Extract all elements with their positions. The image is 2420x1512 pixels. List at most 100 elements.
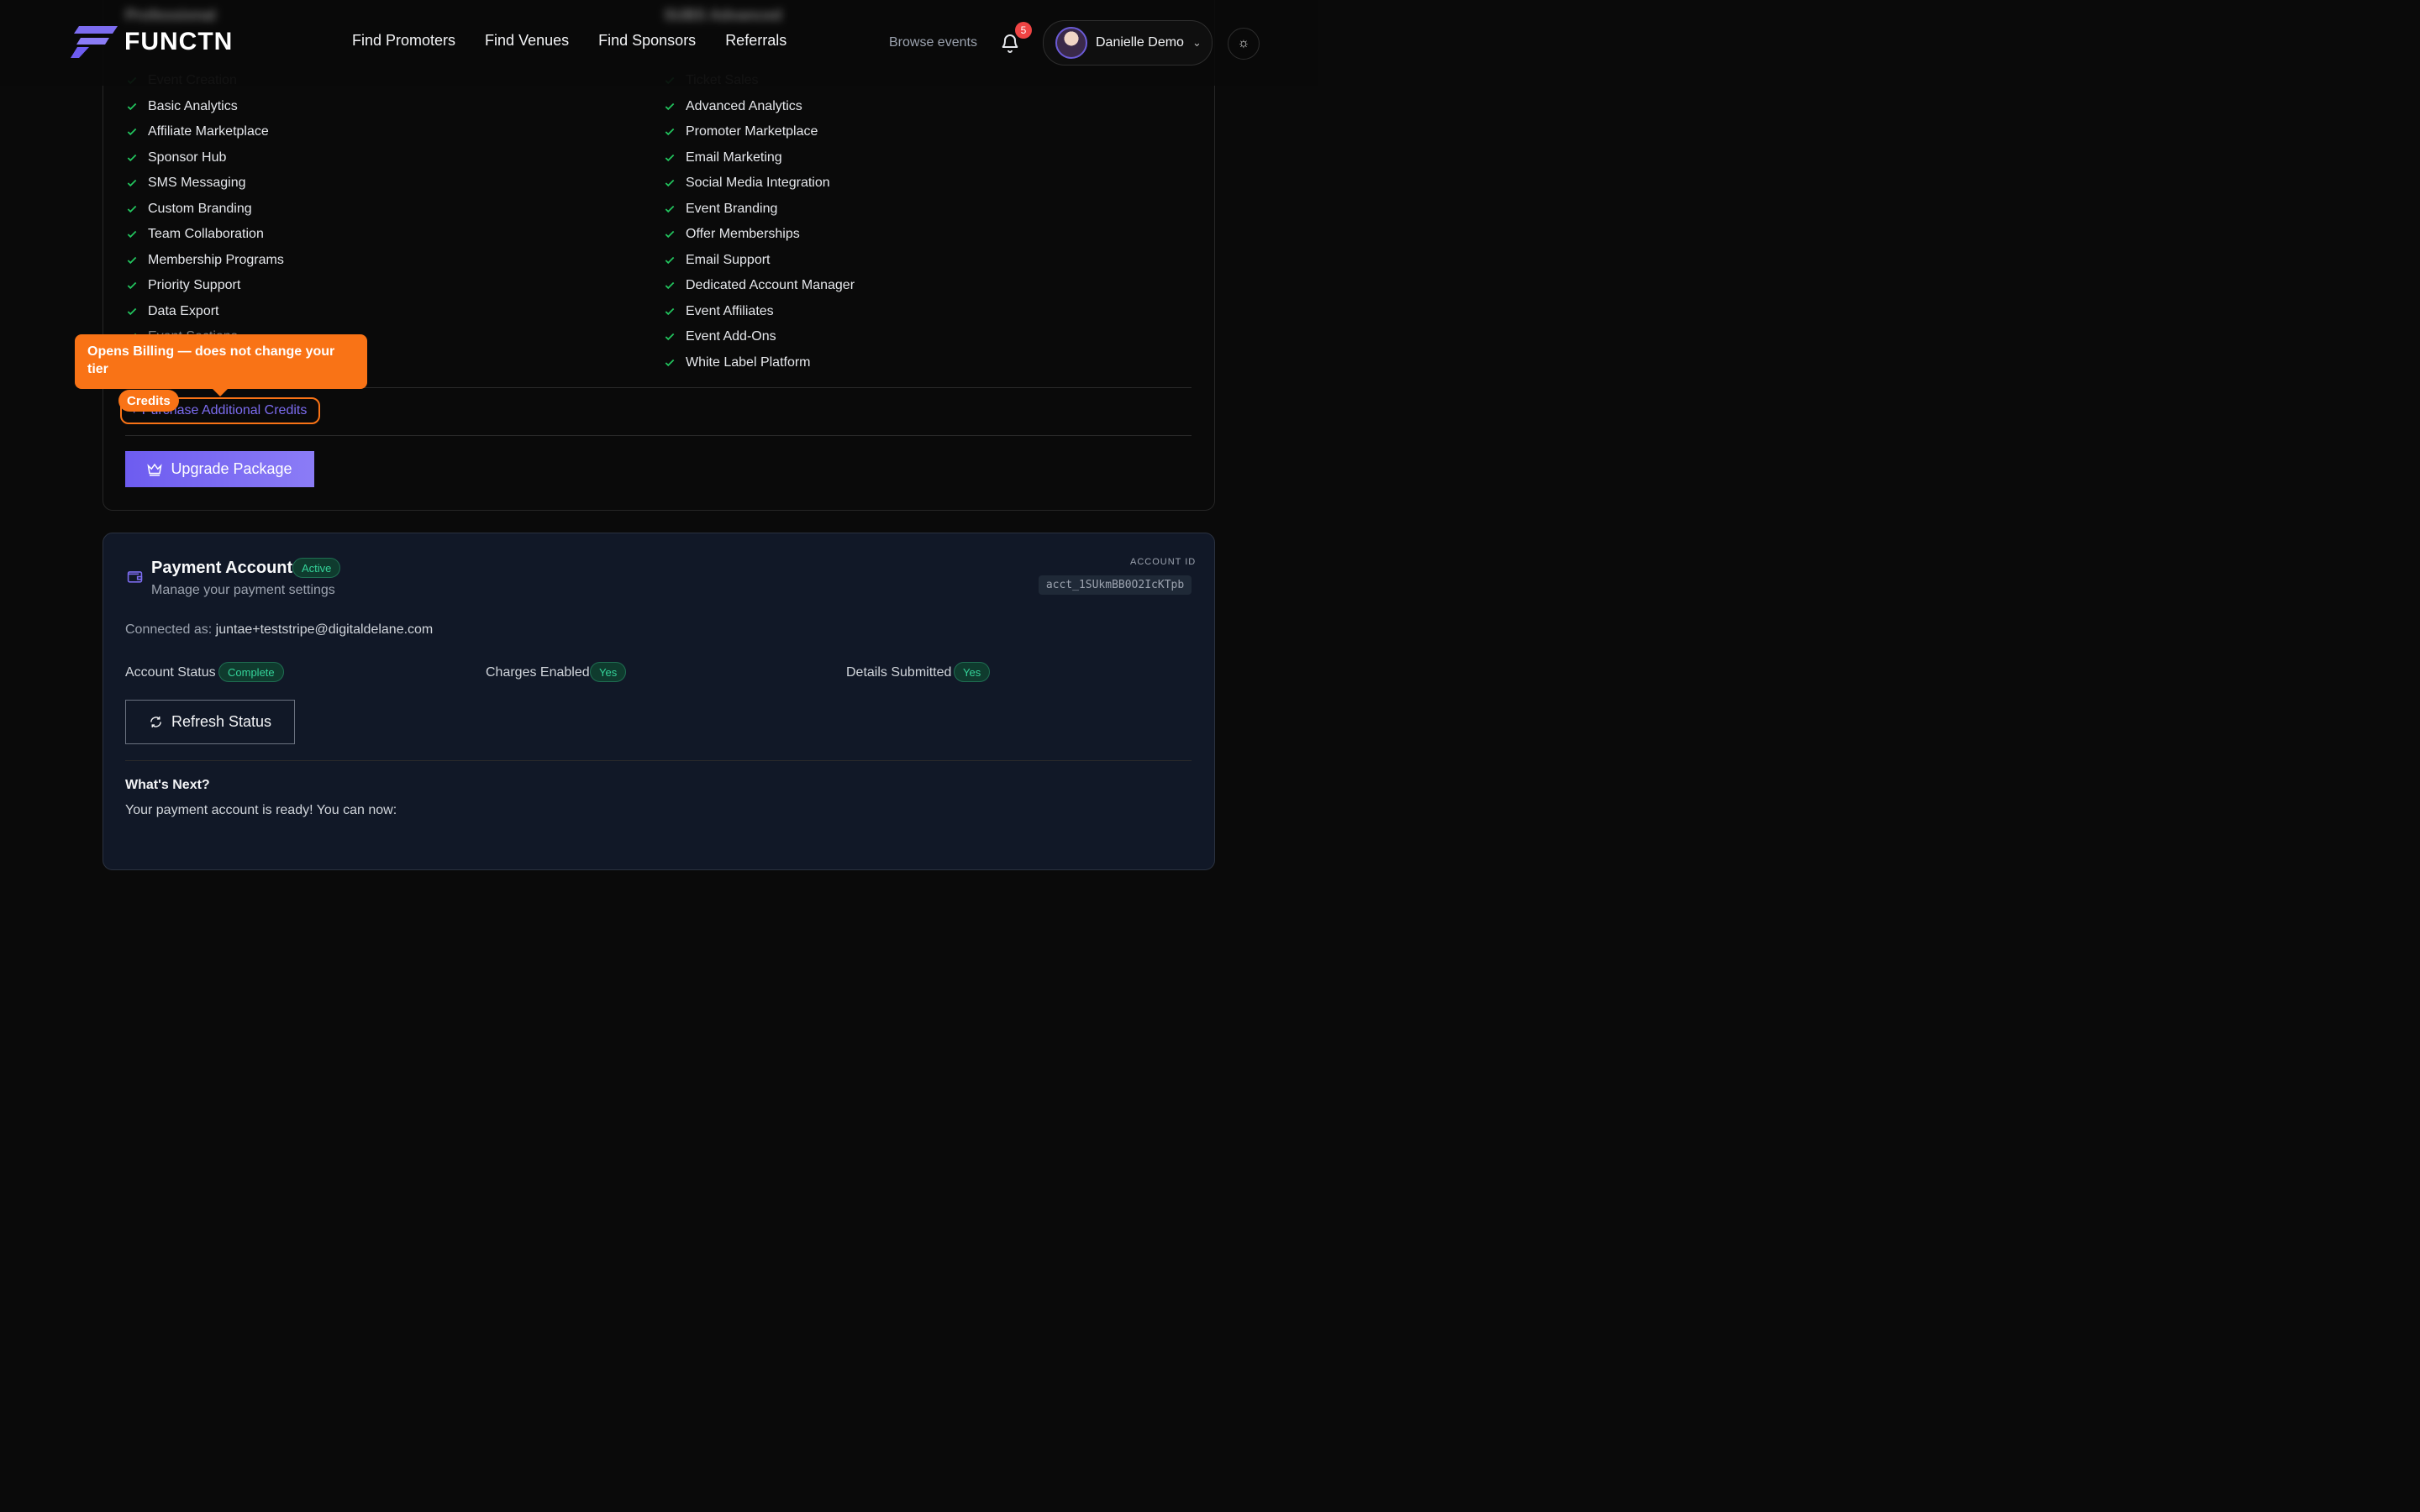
feature-item: Event Branding [664, 197, 855, 223]
check-icon [665, 180, 675, 187]
feature-item: Event Affiliates [664, 299, 855, 325]
feature-item: SMS Messaging [126, 171, 284, 197]
feature-label: Custom Branding [148, 201, 252, 216]
check-icon [127, 205, 137, 213]
check-icon [665, 333, 675, 341]
whats-next-title: What's Next? [125, 778, 210, 792]
check-icon [665, 359, 675, 366]
whats-next-text: Your payment account is ready! You can n… [125, 803, 397, 817]
tooltip: Opens Billing — does not change your tie… [75, 334, 367, 396]
check-icon [127, 307, 137, 315]
brand-name: FUNCTN [124, 28, 234, 55]
feature-item: Data Export [126, 299, 284, 325]
feature-item: Sponsor Hub [126, 145, 284, 171]
connected-email: juntae+teststripe@digitaldelane.com [215, 622, 434, 637]
feature-label: Priority Support [148, 278, 241, 293]
feature-label: Offer Memberships [686, 227, 800, 242]
feature-label: Event Add-Ons [686, 329, 776, 344]
top-header: Professional SUBS Advanced FUNCTN Find P… [0, 0, 1318, 86]
feature-item: Social Media Integration [664, 171, 855, 197]
feature-label: SMS Messaging [148, 176, 246, 191]
user-name: Danielle Demo [1096, 35, 1184, 50]
details-submitted-label: Details Submitted [846, 665, 952, 680]
refresh-icon [150, 717, 161, 727]
feature-label: Affiliate Marketplace [148, 124, 269, 139]
left-feature-list: Event CreationBasic AnalyticsAffiliate M… [126, 68, 284, 350]
check-icon [127, 129, 137, 136]
feature-item: Priority Support [126, 273, 284, 299]
divider [125, 760, 1192, 761]
feature-item: Email Marketing [664, 145, 855, 171]
account-status-badge: Complete [218, 662, 284, 682]
feature-label: Event Branding [686, 201, 778, 216]
check-icon [665, 307, 675, 315]
account-status-label: Account Status [125, 665, 216, 680]
feature-item: Affiliate Marketplace [126, 119, 284, 145]
charges-enabled-label: Charges Enabled [486, 665, 590, 680]
account-id-label: ACCOUNT ID [1130, 557, 1197, 567]
details-submitted-badge: Yes [954, 662, 991, 682]
feature-item: Membership Programs [126, 248, 284, 274]
browse-events-link[interactable]: Browse events [889, 35, 977, 50]
feature-label: Dedicated Account Manager [686, 278, 855, 293]
feature-item: Team Collaboration [126, 222, 284, 248]
feature-label: Email Marketing [686, 150, 782, 165]
feature-label: Data Export [148, 303, 219, 318]
crown-icon [147, 463, 163, 475]
account-id: acct_1SUkmBB0O2IcKTpb [1039, 575, 1192, 595]
feature-item: Email Support [664, 248, 855, 274]
nav-referrals[interactable]: Referrals [725, 32, 786, 50]
brand-logo[interactable]: FUNCTN [71, 26, 233, 58]
blurred-plan-right: SUBS Advanced [664, 7, 782, 24]
nav-find-venues[interactable]: Find Venues [485, 32, 569, 50]
feature-label: White Label Platform [686, 354, 811, 370]
check-icon [127, 180, 137, 187]
feature-item: Basic Analytics [126, 94, 284, 120]
user-menu[interactable]: Danielle Demo ⌄ [1043, 20, 1213, 66]
sun-icon: ☼ [1237, 36, 1250, 50]
upgrade-label: Upgrade Package [171, 460, 292, 477]
connected-label: Connected as: [125, 622, 213, 637]
right-feature-list: Ticket SalesAdvanced AnalyticsPromoter M… [664, 68, 855, 375]
chevron-down-icon: ⌄ [1192, 36, 1202, 49]
charges-enabled-badge: Yes [590, 662, 627, 682]
refresh-label: Refresh Status [171, 713, 272, 730]
upgrade-package-button[interactable]: Upgrade Package [125, 451, 314, 487]
check-icon [127, 231, 137, 239]
check-icon [665, 154, 675, 161]
logo-icon [71, 26, 118, 58]
payment-title: Payment Account [151, 559, 293, 577]
refresh-status-button[interactable]: Refresh Status [125, 700, 295, 744]
feature-label: Email Support [686, 252, 771, 267]
feature-label: Promoter Marketplace [686, 124, 818, 139]
check-icon [127, 102, 137, 110]
check-icon [127, 282, 137, 290]
theme-toggle[interactable]: ☼ [1228, 28, 1260, 60]
feature-label: Sponsor Hub [148, 150, 227, 165]
nav-find-sponsors[interactable]: Find Sponsors [598, 32, 696, 50]
feature-label: Event Affiliates [686, 303, 774, 318]
main-nav: Find Promoters Find Venues Find Sponsors… [352, 32, 786, 50]
feature-item: Offer Memberships [664, 222, 855, 248]
connected-as: Connected as: juntae+teststripe@digitald… [125, 622, 433, 638]
feature-label: Advanced Analytics [686, 98, 802, 113]
divider [125, 435, 1192, 436]
payment-subtitle: Manage your payment settings [151, 583, 335, 597]
feature-label: Social Media Integration [686, 176, 830, 191]
check-icon [665, 102, 675, 110]
feature-item: Dedicated Account Manager [664, 273, 855, 299]
feature-item: Promoter Marketplace [664, 119, 855, 145]
feature-item: Event Add-Ons [664, 324, 855, 350]
avatar [1055, 27, 1087, 59]
feature-label: Membership Programs [148, 252, 284, 267]
nav-find-promoters[interactable]: Find Promoters [352, 32, 455, 50]
active-badge: Active [292, 558, 341, 578]
check-icon [665, 205, 675, 213]
check-icon [127, 154, 137, 161]
check-icon [665, 231, 675, 239]
check-icon [665, 282, 675, 290]
feature-label: Team Collaboration [148, 227, 264, 242]
check-icon [665, 129, 675, 136]
credits-tag: Credits [118, 390, 179, 412]
check-icon [665, 256, 675, 264]
